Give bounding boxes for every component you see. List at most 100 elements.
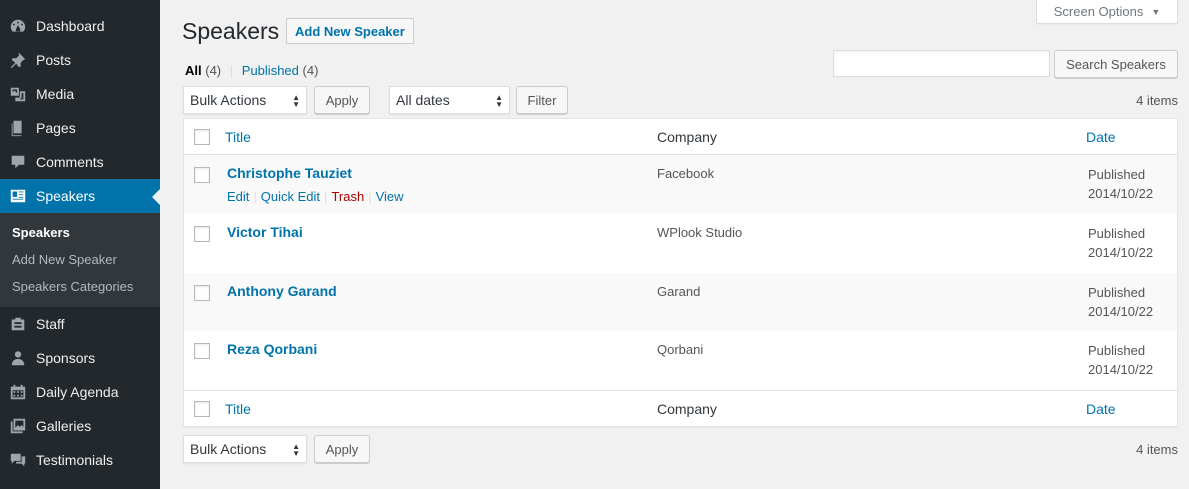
row-status: Published — [1088, 285, 1146, 300]
column-title-footer[interactable]: Title — [225, 401, 251, 417]
row-date: Published 2014/10/22 — [1088, 224, 1153, 262]
bulk-actions-select-top[interactable]: Bulk Actions ▲ ▼ — [183, 86, 307, 114]
testimonials-icon — [0, 451, 36, 469]
admin-sidebar: Dashboard Posts Media Pages Comments Spe… — [0, 0, 160, 489]
quick-edit-link[interactable]: Quick Edit — [261, 189, 320, 204]
speakers-table: Title Company Date Christophe Tauziet Ed… — [183, 118, 1178, 427]
sidebar-item-label: Media — [36, 86, 75, 102]
staff-icon — [0, 315, 36, 333]
row-date: Published 2014/10/22 — [1088, 341, 1153, 379]
sidebar-item-label: Testimonials — [36, 452, 114, 468]
speakers-submenu: Speakers Add New Speaker Speakers Catego… — [0, 213, 160, 307]
filter-all-link[interactable]: All — [185, 63, 202, 78]
sidebar-item-testimonials[interactable]: Testimonials — [0, 443, 160, 477]
sidebar-item-label: Galleries — [36, 418, 92, 434]
column-date-footer[interactable]: Date — [1086, 401, 1116, 417]
select-all-checkbox[interactable] — [194, 129, 210, 145]
filter-published-count: (4) — [302, 63, 319, 78]
sidebar-item-speakers[interactable]: Speakers — [0, 179, 160, 213]
sidebar-item-label: Sponsors — [36, 350, 96, 366]
dates-select[interactable]: All dates ▲ ▼ — [389, 86, 510, 114]
edit-link[interactable]: Edit — [227, 189, 249, 204]
media-icon — [0, 85, 36, 103]
row-title-link[interactable]: Victor Tihai — [227, 224, 303, 240]
table-header: Title Company Date — [184, 119, 1177, 155]
calendar-icon — [0, 383, 36, 401]
search-input[interactable] — [833, 50, 1050, 77]
column-company-header: Company — [657, 129, 717, 145]
row-status: Published — [1088, 167, 1146, 182]
search-speakers-button[interactable]: Search Speakers — [1054, 50, 1178, 78]
galleries-icon — [0, 417, 36, 435]
table-row: Anthony Garand Garand Published 2014/10/… — [184, 273, 1177, 331]
submenu-item-add-new-speaker[interactable]: Add New Speaker — [0, 247, 160, 274]
table-row: Christophe Tauziet Edit | Quick Edit | Trash… — [184, 155, 1177, 214]
row-company: Garand — [657, 284, 701, 299]
filter-all-count: (4) — [205, 63, 222, 78]
select-arrows-icon: ▲ ▼ — [495, 93, 503, 109]
row-title-link[interactable]: Christophe Tauziet — [227, 165, 352, 181]
column-title-header[interactable]: Title — [225, 129, 251, 145]
sidebar-item-label: Dashboard — [36, 18, 105, 34]
sidebar-item-sponsors[interactable]: Sponsors — [0, 341, 160, 375]
sidebar-item-label: Posts — [36, 52, 72, 68]
screen-options-label: Screen Options — [1053, 4, 1144, 19]
row-company: Qorbani — [657, 342, 704, 357]
row-checkbox[interactable] — [194, 343, 210, 359]
sidebar-item-posts[interactable]: Posts — [0, 43, 160, 77]
select-arrows-icon: ▲ ▼ — [292, 442, 300, 458]
dashboard-icon — [0, 17, 36, 35]
sidebar-item-label: Staff — [36, 316, 65, 332]
row-actions: Edit | Quick Edit | Trash | View — [227, 189, 404, 204]
apply-button-bottom[interactable]: Apply — [314, 435, 370, 463]
column-date-header[interactable]: Date — [1086, 129, 1116, 145]
filter-button[interactable]: Filter — [516, 86, 568, 114]
id-card-icon — [0, 187, 36, 205]
main-content: Screen Options ▼ Speakers Add New Speake… — [160, 0, 1189, 489]
caret-down-icon: ▼ — [1151, 6, 1161, 17]
select-all-checkbox-footer[interactable] — [194, 401, 210, 417]
row-checkbox[interactable] — [194, 167, 210, 183]
submenu-item-speakers[interactable]: Speakers — [0, 220, 160, 247]
row-company: Facebook — [657, 166, 715, 181]
view-link[interactable]: View — [376, 189, 404, 204]
status-filter-links: All (4) | Published (4) — [185, 63, 318, 78]
sidebar-item-daily-agenda[interactable]: Daily Agenda — [0, 375, 160, 409]
filter-published-link[interactable]: Published — [242, 63, 299, 78]
row-checkbox[interactable] — [194, 226, 210, 242]
submenu-item-speakers-categories[interactable]: Speakers Categories — [0, 274, 160, 301]
comments-icon — [0, 153, 36, 171]
row-date-value: 2014/10/22 — [1088, 304, 1154, 319]
sidebar-item-label: Speakers — [36, 188, 96, 204]
row-date-value: 2014/10/22 — [1088, 362, 1154, 377]
bulk-actions-value: Bulk Actions — [190, 92, 267, 108]
sidebar-item-galleries[interactable]: Galleries — [0, 409, 160, 443]
table-footer: Title Company Date — [184, 390, 1177, 426]
dates-value: All dates — [396, 92, 450, 108]
items-count-bottom: 4 items — [1136, 442, 1178, 457]
sidebar-item-label: Daily Agenda — [36, 384, 119, 400]
add-new-speaker-button[interactable]: Add New Speaker — [286, 18, 414, 44]
sidebar-item-dashboard[interactable]: Dashboard — [0, 9, 160, 43]
trash-link[interactable]: Trash — [331, 189, 364, 204]
sidebar-item-staff[interactable]: Staff — [0, 307, 160, 341]
sidebar-item-label: Comments — [36, 154, 104, 170]
sidebar-item-pages[interactable]: Pages — [0, 111, 160, 145]
row-company: WPlook Studio — [657, 225, 743, 240]
pages-icon — [0, 119, 36, 137]
row-date: Published 2014/10/22 — [1088, 165, 1153, 203]
row-title-link[interactable]: Anthony Garand — [227, 283, 337, 299]
column-company-footer: Company — [657, 401, 717, 417]
filter-separator: | — [229, 63, 234, 78]
items-count-top: 4 items — [1136, 93, 1178, 108]
sidebar-item-comments[interactable]: Comments — [0, 145, 160, 179]
screen-options-toggle[interactable]: Screen Options ▼ — [1036, 0, 1178, 24]
row-date-value: 2014/10/22 — [1088, 245, 1154, 260]
sidebar-item-media[interactable]: Media — [0, 77, 160, 111]
bulk-actions-select-bottom[interactable]: Bulk Actions ▲ ▼ — [183, 435, 307, 463]
row-status: Published — [1088, 226, 1146, 241]
select-arrows-icon: ▲ ▼ — [292, 93, 300, 109]
row-title-link[interactable]: Reza Qorbani — [227, 341, 317, 357]
apply-button-top[interactable]: Apply — [314, 86, 370, 114]
row-checkbox[interactable] — [194, 285, 210, 301]
